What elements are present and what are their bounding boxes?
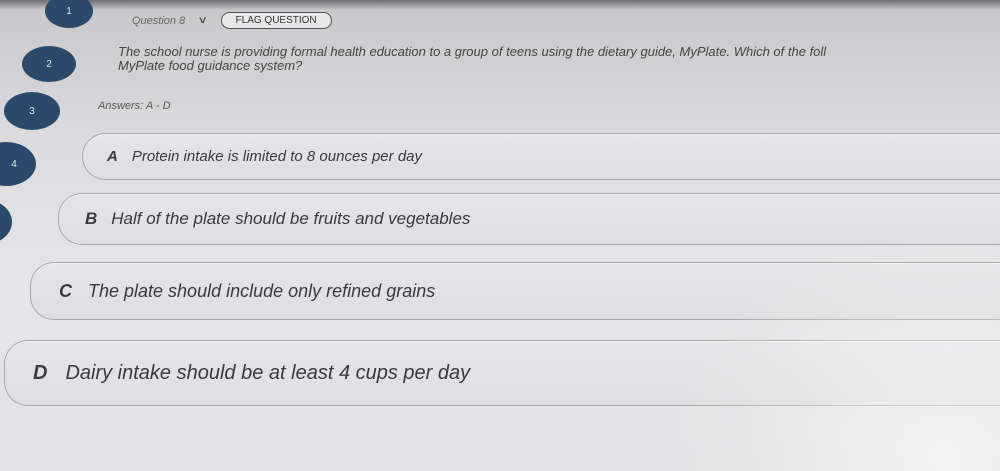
- question-nav-5[interactable]: [0, 200, 12, 244]
- question-text: The school nurse is providing formal hea…: [118, 45, 1000, 73]
- question-nav-4[interactable]: 4: [0, 142, 36, 186]
- question-nav-4-label: 4: [11, 158, 17, 170]
- answer-option-b[interactable]: B Half of the plate should be fruits and…: [58, 193, 1000, 245]
- option-text: Protein intake is limited to 8 ounces pe…: [131, 148, 422, 165]
- answers-range-label: Answers: A - D: [98, 100, 171, 112]
- option-letter: A: [107, 148, 118, 165]
- question-header: Question 8 ∨ FLAG QUESTION: [132, 12, 332, 29]
- chevron-down-icon[interactable]: ∨: [198, 15, 208, 26]
- option-letter: D: [33, 361, 48, 384]
- answer-option-d[interactable]: D Dairy intake should be at least 4 cups…: [4, 340, 1000, 406]
- question-number-label: Question 8: [132, 14, 186, 27]
- question-nav-3[interactable]: 3: [4, 92, 60, 130]
- question-nav-2-label: 2: [46, 58, 52, 70]
- question-nav-3-label: 3: [29, 105, 35, 117]
- option-text: Half of the plate should be fruits and v…: [111, 209, 471, 228]
- top-edge-shadow: [0, 0, 1000, 10]
- question-nav-1[interactable]: 1: [45, 0, 93, 28]
- option-letter: C: [59, 280, 72, 301]
- answer-option-a[interactable]: A Protein intake is limited to 8 ounces …: [82, 133, 1000, 180]
- question-text-line2: MyPlate food guidance system?: [118, 58, 303, 73]
- answer-option-c[interactable]: C The plate should include only refined …: [30, 262, 1000, 320]
- option-text: The plate should include only refined gr…: [88, 280, 436, 301]
- question-text-line1: The school nurse is providing formal hea…: [118, 44, 827, 59]
- option-text: Dairy intake should be at least 4 cups p…: [65, 361, 471, 384]
- flag-question-button[interactable]: FLAG QUESTION: [220, 12, 332, 29]
- option-letter: B: [85, 209, 98, 228]
- question-nav-1-label: 1: [66, 5, 72, 17]
- question-nav-2[interactable]: 2: [22, 46, 76, 82]
